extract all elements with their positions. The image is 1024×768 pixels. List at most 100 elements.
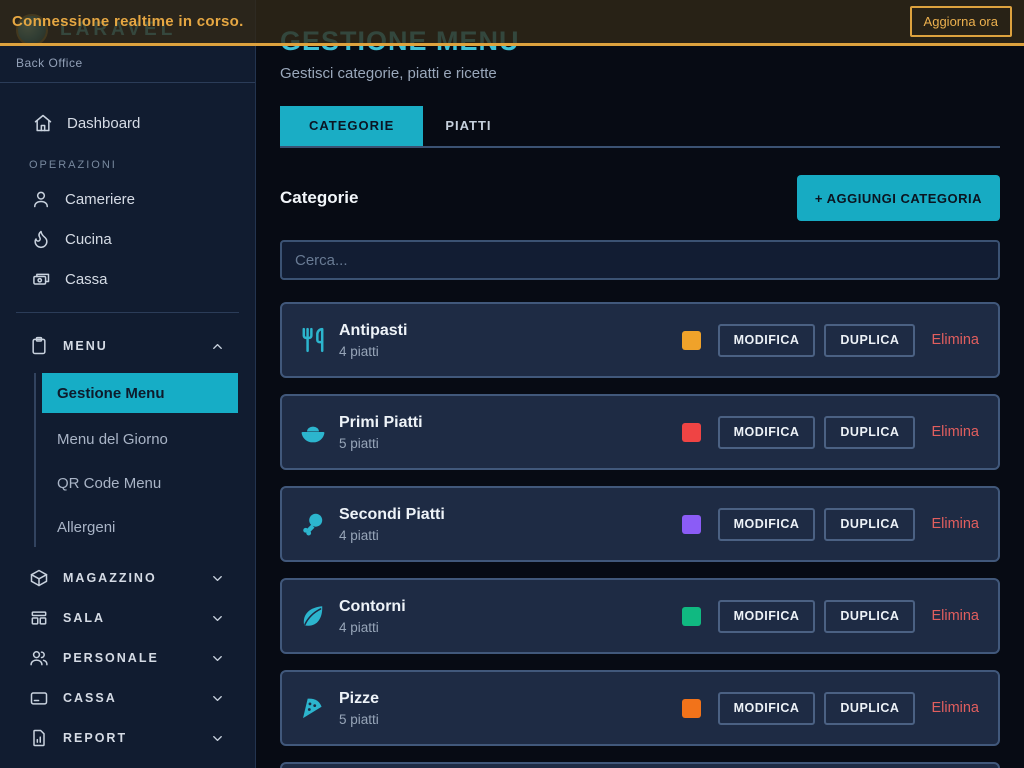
sidebar-group-magazzino[interactable]: MAGAZZINO (0, 558, 255, 598)
main-content: GESTIONE MENU Gestisci categorie, piatti… (256, 0, 1024, 768)
category-name: Antipasti (339, 322, 407, 340)
sidebar-item-label: Cameriere (65, 191, 135, 208)
category-color-chip (682, 607, 701, 626)
category-color-chip (682, 699, 701, 718)
sidebar-item-label: Cassa (65, 271, 108, 288)
category-count: 4 piatti (339, 344, 407, 359)
sidebar-subtitle: Back Office (16, 56, 239, 70)
category-row: Secondi Piatti 4 piatti MODIFICA DUPLICA… (280, 486, 1000, 562)
users-icon (29, 648, 49, 668)
category-row: Pizze 5 piatti MODIFICA DUPLICA Elimina (280, 670, 1000, 746)
duplicate-button[interactable]: DUPLICA (824, 416, 915, 449)
modify-button[interactable]: MODIFICA (718, 416, 816, 449)
sidebar-item-menu-del-giorno[interactable]: Menu del Giorno (0, 417, 255, 461)
category-row-partial (280, 762, 1000, 768)
sidebar-group-label: MAGAZZINO (63, 571, 210, 585)
sidebar-item-cucina[interactable]: Cucina (0, 219, 255, 259)
tab-bar: CATEGORIE PIATTI (280, 106, 1000, 148)
modify-button[interactable]: MODIFICA (718, 324, 816, 357)
modify-button[interactable]: MODIFICA (718, 692, 816, 725)
category-name: Pizze (339, 690, 379, 708)
delete-link[interactable]: Elimina (931, 332, 979, 348)
category-icon (300, 327, 326, 353)
clipboard-icon (29, 336, 49, 356)
duplicate-button[interactable]: DUPLICA (824, 692, 915, 725)
duplicate-button[interactable]: DUPLICA (824, 324, 915, 357)
chevron-down-icon (210, 611, 225, 626)
sidebar-group-report[interactable]: REPORT (0, 718, 255, 758)
home-icon (33, 113, 53, 133)
section-heading: Categorie (280, 188, 358, 208)
realtime-banner-message: Connessione realtime in corso. (12, 13, 244, 30)
duplicate-button[interactable]: DUPLICA (824, 600, 915, 633)
category-color-chip (682, 423, 701, 442)
tab-categorie[interactable]: CATEGORIE (280, 106, 423, 146)
category-icon (300, 419, 326, 445)
category-row: Antipasti 4 piatti MODIFICA DUPLICA Elim… (280, 302, 1000, 378)
sidebar-item-allergeni[interactable]: Allergeni (0, 505, 255, 549)
category-count: 4 piatti (339, 620, 406, 635)
sidebar-group-personale[interactable]: PERSONALE (0, 638, 255, 678)
chevron-down-icon (210, 691, 225, 706)
category-icon (300, 511, 326, 537)
layout-icon (29, 608, 49, 628)
category-icon (300, 695, 326, 721)
sidebar-section-operazioni: OPERAZIONI (0, 143, 255, 179)
user-icon (31, 189, 51, 209)
sidebar-item-qr-code-menu[interactable]: QR Code Menu (0, 461, 255, 505)
menu-submenu: Gestione Menu Menu del Giorno QR Code Me… (0, 373, 255, 549)
sidebar-group-label: MENU (63, 339, 210, 353)
sidebar-group-label: PERSONALE (63, 651, 210, 665)
duplicate-button[interactable]: DUPLICA (824, 508, 915, 541)
chevron-down-icon (210, 731, 225, 746)
report-icon (29, 728, 49, 748)
sidebar-group-cassa[interactable]: CASSA (0, 678, 255, 718)
add-category-button[interactable]: + AGGIUNGI CATEGORIA (797, 175, 1000, 221)
sidebar-item-cameriere[interactable]: Cameriere (0, 179, 255, 219)
sidebar-group-sala[interactable]: SALA (0, 598, 255, 638)
tab-piatti[interactable]: PIATTI (423, 106, 513, 146)
sidebar-item-label: Cucina (65, 231, 112, 248)
category-count: 5 piatti (339, 712, 379, 727)
sidebar-group-label: REPORT (63, 731, 210, 745)
category-name: Primi Piatti (339, 414, 423, 432)
delete-link[interactable]: Elimina (931, 608, 979, 624)
realtime-banner: Connessione realtime in corso. Aggiorna … (0, 0, 1024, 46)
category-icon (300, 603, 326, 629)
sidebar-group-label: CASSA (63, 691, 210, 705)
delete-link[interactable]: Elimina (931, 700, 979, 716)
category-color-chip (682, 515, 701, 534)
chevron-down-icon (210, 651, 225, 666)
category-name: Contorni (339, 598, 406, 616)
category-color-chip (682, 331, 701, 350)
sidebar-item-label: Dashboard (67, 115, 140, 132)
chevron-down-icon (210, 571, 225, 586)
sidebar-divider (16, 312, 239, 313)
sidebar-group-label: SALA (63, 611, 210, 625)
delete-link[interactable]: Elimina (931, 424, 979, 440)
category-name: Secondi Piatti (339, 506, 445, 524)
sidebar-item-dashboard[interactable]: Dashboard (0, 103, 255, 143)
flame-icon (31, 229, 51, 249)
refresh-now-button[interactable]: Aggiorna ora (910, 6, 1012, 37)
category-list: Antipasti 4 piatti MODIFICA DUPLICA Elim… (280, 302, 1000, 768)
modify-button[interactable]: MODIFICA (718, 600, 816, 633)
sidebar-group-analisi[interactable]: ANALISI (0, 758, 255, 768)
chevron-up-icon (210, 339, 225, 354)
category-row: Primi Piatti 5 piatti MODIFICA DUPLICA E… (280, 394, 1000, 470)
search-input[interactable] (280, 240, 1000, 280)
sidebar-item-cassa[interactable]: Cassa (0, 259, 255, 299)
sidebar-nav: Dashboard OPERAZIONI Cameriere Cucina Ca… (0, 83, 255, 768)
sidebar-item-gestione-menu[interactable]: Gestione Menu (42, 373, 238, 413)
delete-link[interactable]: Elimina (931, 516, 979, 532)
category-count: 5 piatti (339, 436, 423, 451)
cube-icon (29, 568, 49, 588)
cash-icon (31, 269, 51, 289)
sidebar-group-menu[interactable]: MENU (0, 326, 255, 366)
page-subtitle: Gestisci categorie, piatti e ricette (280, 65, 1000, 82)
modify-button[interactable]: MODIFICA (718, 508, 816, 541)
card-icon (29, 688, 49, 708)
sidebar: LARAVEL Back Office Dashboard OPERAZIONI… (0, 0, 256, 768)
category-row: Contorni 4 piatti MODIFICA DUPLICA Elimi… (280, 578, 1000, 654)
category-count: 4 piatti (339, 528, 445, 543)
